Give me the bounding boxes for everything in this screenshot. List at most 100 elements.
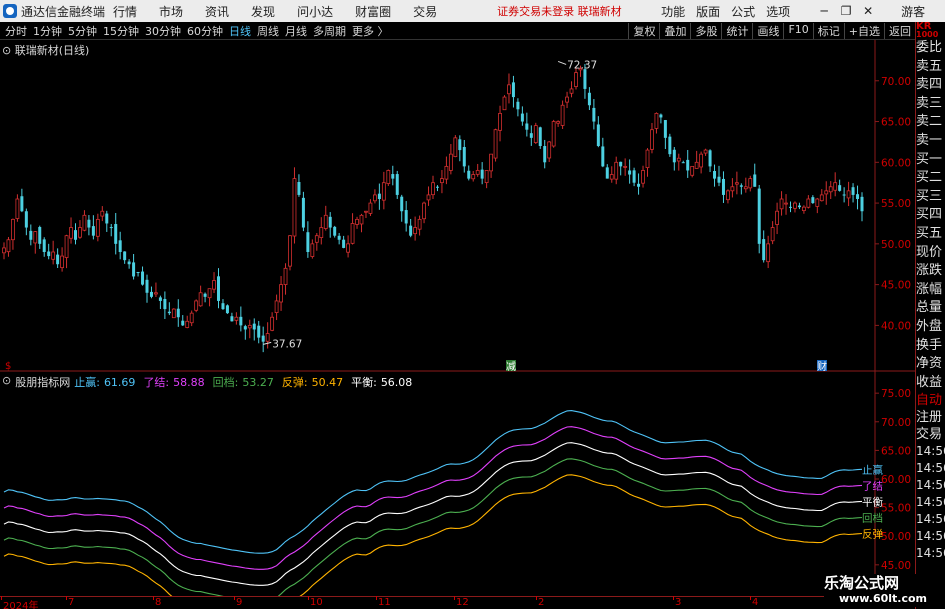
indicator-tick-label: 45.00 [881,560,911,572]
indicator-settings-icon[interactable]: ⊙ [2,374,11,390]
toolbar-button-0[interactable]: 复权 [628,22,659,39]
candle-body [409,225,413,236]
legend-label: 反弹: [281,376,308,389]
period-tab-0[interactable]: 分时 [5,23,27,39]
indicator-chart[interactable]: 75.0070.0065.0060.0055.0050.0045.00止赢了结平… [0,372,915,596]
toolbar-button-8[interactable]: 返回 [884,22,915,39]
candle-body [435,186,439,188]
candle-body [641,170,645,184]
menu-banmian[interactable]: 版面 [696,3,720,20]
toolbar-button-5[interactable]: F10 [783,22,812,39]
side-item-15[interactable]: 外盘 [916,318,945,337]
side-bottom-0[interactable]: 自动 [916,392,945,409]
toolbar-button-1[interactable]: 叠加 [659,22,690,39]
side-item-5[interactable]: 卖一 [916,132,945,151]
x-axis-label: 4 [752,597,759,608]
event-marker-s[interactable]: $ [5,361,11,372]
restore-icon[interactable]: ❐ [835,4,857,18]
candle-body [15,198,20,219]
period-tab-2[interactable]: 5分钟 [68,23,97,39]
close-icon[interactable]: ✕ [857,4,879,18]
price-tick-label: 65.00 [881,117,911,129]
side-item-1[interactable]: 卖五 [916,58,945,77]
menu-gongneng[interactable]: 功能 [661,3,685,20]
candle-body [587,92,591,106]
side-item-18[interactable]: 收益 [916,374,945,393]
side-item-13[interactable]: 涨幅 [916,281,945,300]
period-tab-9[interactable]: 多周期 [313,23,346,39]
candle-body [127,261,131,265]
menu-xuanxiang[interactable]: 选项 [766,3,790,20]
login-notice[interactable]: 证券交易未登录 联瑞新材 [497,3,657,19]
side-bottom-1[interactable]: 注册 [916,409,945,426]
candle-body [2,247,6,254]
x-axis-tick [750,596,751,600]
candle-body [475,170,480,175]
side-bottom-2[interactable]: 交易 [916,426,945,443]
chart-settings-icon[interactable]: ⊙ [2,44,11,57]
x-axis-label: 11 [378,597,391,608]
period-tab-4[interactable]: 30分钟 [145,23,181,39]
side-item-14[interactable]: 总量 [916,299,945,318]
candle-body [257,325,261,338]
menu-faxian[interactable]: 发现 [251,3,275,20]
band-end-label: 止赢 [862,463,883,476]
minimize-icon[interactable]: ─ [813,4,835,18]
menu-zixun[interactable]: 资讯 [205,3,229,20]
side-item-16[interactable]: 换手 [916,337,945,356]
period-tab-5[interactable]: 60分钟 [187,23,223,39]
guest-label[interactable]: 游客 [901,3,925,20]
side-item-8[interactable]: 买三 [916,188,945,207]
period-tab-8[interactable]: 月线 [285,23,307,39]
candle-body [426,194,431,201]
menu-jiaoyi[interactable]: 交易 [413,3,437,20]
side-item-6[interactable]: 买一 [916,151,945,170]
menu-wenxiaoda[interactable]: 问小达 [297,3,333,20]
menu-shichang[interactable]: 市场 [159,3,183,20]
toolbar-button-3[interactable]: 统计 [721,22,752,39]
legend-item-2: 回档: 53.27 [213,374,278,390]
marker-cai-text: 财 [817,360,827,372]
side-item-11[interactable]: 现价 [916,244,945,263]
period-tab-1[interactable]: 1分钟 [33,23,62,39]
side-item-7[interactable]: 买二 [916,169,945,188]
toolbar-button-7[interactable]: +自选 [843,22,884,39]
side-item-2[interactable]: 卖四 [916,76,945,95]
main-candlestick-chart[interactable]: 70.00 65.00 60.00 55.00 50.00 45.00 40.00 72.37… [0,40,915,372]
candle-body [654,112,659,129]
menu-gongshi[interactable]: 公式 [731,3,755,20]
candle-body [279,284,283,303]
candle-body [252,323,256,330]
period-tab-6[interactable]: 日线 [229,23,251,39]
toolbar-button-6[interactable]: 标记 [812,22,844,39]
legend-item-4: 平衡: 56.08 [351,374,416,390]
side-item-0[interactable]: 委比 [916,39,945,58]
candle-body [386,170,391,184]
price-tick-label: 45.00 [881,280,911,292]
side-item-17[interactable]: 净资 [916,355,945,374]
period-tab-10[interactable]: 更多 〉 [352,23,389,39]
x-axis-label: 8 [155,597,162,608]
candle-body [87,219,91,228]
x-axis-label: 12 [456,597,469,608]
side-item-9[interactable]: 买四 [916,206,945,225]
side-item-4[interactable]: 卖二 [916,113,945,132]
candle-body [60,255,64,269]
side-item-3[interactable]: 卖三 [916,95,945,114]
candle-body [74,230,77,240]
band-line-3 [3,458,863,596]
candle-body [547,141,552,159]
side-item-12[interactable]: 涨跌 [916,262,945,281]
side-item-10[interactable]: 买五 [916,225,945,244]
indicator-tick-label: 70.00 [881,417,911,429]
toolbar-button-2[interactable]: 多股 [690,22,721,39]
menu-caifuquan[interactable]: 财富圈 [355,3,391,20]
period-tab-3[interactable]: 15分钟 [103,23,139,39]
indicator-tick-label: 65.00 [881,445,911,457]
candle-body [203,293,207,297]
menu-hangqing[interactable]: 行情 [113,3,137,20]
period-tab-7[interactable]: 周线 [257,23,279,39]
candle-body [310,243,315,257]
indicator-name[interactable]: 股朋指标网 [15,374,70,390]
toolbar-button-4[interactable]: 画线 [752,22,783,39]
